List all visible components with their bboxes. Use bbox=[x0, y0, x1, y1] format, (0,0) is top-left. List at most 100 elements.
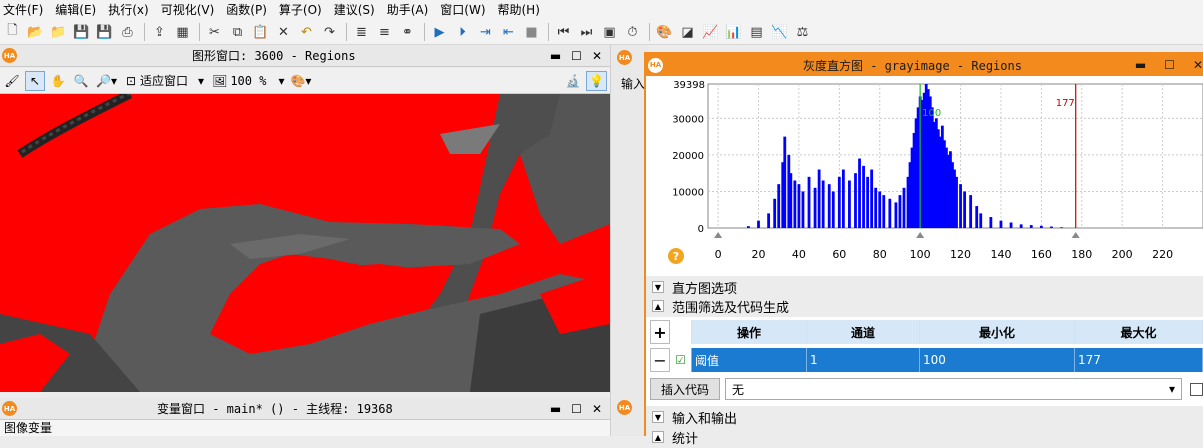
table-row[interactable]: − ☑ 阈值 1 100 177 bbox=[650, 348, 1203, 372]
binoculars-icon[interactable]: ⚭ bbox=[397, 22, 418, 43]
timer-icon[interactable]: ⏱ bbox=[622, 22, 643, 43]
maximize-button[interactable]: ☐ bbox=[571, 402, 582, 416]
screenshot-icon[interactable]: ▣ bbox=[599, 22, 620, 43]
cell-operation[interactable]: 阈值 bbox=[692, 348, 807, 372]
histogram-bar bbox=[817, 169, 821, 228]
stats-section[interactable]: ▲ 统计 bbox=[646, 426, 1203, 448]
insert-code-checkbox[interactable] bbox=[1190, 382, 1203, 396]
inspect-icon[interactable]: ▤ bbox=[746, 22, 767, 43]
chip-icon[interactable]: ▦ bbox=[172, 22, 193, 43]
measure-icon[interactable]: ⚖ bbox=[792, 22, 813, 43]
delete-icon[interactable]: ✕ bbox=[273, 22, 294, 43]
menu-visualize[interactable]: 可视化(V) bbox=[158, 0, 224, 20]
histogram-bar bbox=[870, 169, 874, 228]
zoom-combo[interactable]: 🖼 100 % ▾ bbox=[208, 71, 288, 91]
x-tick-label: 20 bbox=[752, 248, 766, 261]
main-toolbar: 🗋 📂 📁 💾 💾 ⎙ ⇪ ▦ ✂ ⧉ 📋 ✕ ↶ ↷ ≣ ≡ ⚭ ▶ ⏵ ⇥ … bbox=[0, 20, 1203, 45]
menu-file[interactable]: 文件(F) bbox=[0, 0, 52, 20]
save-as-icon[interactable]: 💾 bbox=[94, 22, 115, 43]
run-icon[interactable]: ▶ bbox=[429, 22, 450, 43]
cell-channel[interactable]: 1 bbox=[807, 348, 920, 372]
paint-icon[interactable]: 🖌 bbox=[2, 71, 22, 91]
step-into-icon[interactable]: ⇥ bbox=[475, 22, 496, 43]
reset-program-icon[interactable]: ⏮ bbox=[553, 22, 574, 43]
close-button[interactable]: ✕ bbox=[592, 402, 602, 416]
cell-max[interactable]: 177 bbox=[1075, 348, 1203, 372]
step-over-icon[interactable]: ⏵ bbox=[452, 22, 473, 43]
open-folder-icon[interactable]: 📂 bbox=[25, 22, 46, 43]
zoom-icon[interactable]: 🔍 bbox=[71, 71, 91, 91]
histogram-icon[interactable]: 📈 bbox=[700, 22, 721, 43]
menu-procedures[interactable]: 函数(P) bbox=[223, 0, 276, 20]
histogram-bar bbox=[797, 184, 801, 228]
menu-operators[interactable]: 算子(O) bbox=[276, 0, 331, 20]
range-filter-section[interactable]: ▲ 范围筛选及代码生成 bbox=[646, 295, 1203, 317]
menu-window[interactable]: 窗口(W) bbox=[437, 0, 494, 20]
histogram-bar bbox=[789, 173, 793, 228]
close-button[interactable]: ✕ bbox=[592, 49, 602, 63]
pan-hand-icon[interactable]: ✋ bbox=[48, 71, 68, 91]
insert-code-select[interactable]: 无 ▾ bbox=[725, 378, 1182, 400]
maximize-button[interactable]: ☐ bbox=[1164, 58, 1175, 72]
reset-all-icon[interactable]: ⏭ bbox=[576, 22, 597, 43]
menu-help[interactable]: 帮助(H) bbox=[495, 0, 549, 20]
cut-icon[interactable]: ✂ bbox=[204, 22, 225, 43]
histogram-bar bbox=[888, 198, 892, 228]
menu-execute[interactable]: 执行(x) bbox=[105, 0, 157, 20]
region-icon[interactable]: ◪ bbox=[677, 22, 698, 43]
menu-edit[interactable]: 编辑(E) bbox=[52, 0, 105, 20]
print-icon[interactable]: ⎙ bbox=[117, 22, 138, 43]
close-button[interactable]: ✕ bbox=[1193, 58, 1203, 72]
new-file-icon[interactable]: 🗋 bbox=[2, 22, 23, 43]
export-icon[interactable]: ⇪ bbox=[149, 22, 170, 43]
feature-icon[interactable]: 📉 bbox=[769, 22, 790, 43]
graphics-canvas[interactable] bbox=[0, 94, 610, 392]
stop-icon[interactable]: ■ bbox=[521, 22, 542, 43]
histogram-bar bbox=[866, 176, 870, 228]
graphics-window-toolbar: 🖌 ↖ ✋ 🔍 🔎▾ ⊡ 适应窗口 ▾ 🖼 100 % ▾ 🎨▾ 🔬 💡 bbox=[0, 68, 610, 94]
palette-icon[interactable]: 🎨 bbox=[654, 22, 675, 43]
histogram-bar bbox=[955, 176, 958, 228]
fit-window-combo[interactable]: ⊡ 适应窗口 ▾ bbox=[122, 71, 208, 91]
separator bbox=[424, 23, 425, 41]
io-section[interactable]: ▼ 输入和输出 bbox=[646, 406, 1203, 428]
step-out-icon[interactable]: ⇤ bbox=[498, 22, 519, 43]
line-profile-icon[interactable]: 📊 bbox=[723, 22, 744, 43]
copy-icon[interactable]: ⧉ bbox=[227, 22, 248, 43]
x-tick-label: 160 bbox=[1031, 248, 1052, 261]
remove-row-button[interactable]: − bbox=[650, 348, 670, 372]
column-header-channel: 通道 bbox=[807, 320, 920, 344]
undo-icon[interactable]: ↶ bbox=[296, 22, 317, 43]
pointer-icon[interactable]: ↖ bbox=[25, 70, 45, 91]
uncomment-icon[interactable]: ≡ bbox=[374, 22, 395, 43]
light-bulb-icon[interactable]: 💡 bbox=[586, 70, 607, 91]
histogram-plot[interactable]: 100 177 39398 30000 20000 10000 0 0 20 40 60 80 100 1… bbox=[646, 76, 1203, 276]
stats-label: 统计 bbox=[672, 431, 699, 447]
menu-suggestions[interactable]: 建议(S) bbox=[331, 0, 384, 20]
halcon-logo-icon: HA bbox=[617, 50, 632, 65]
save-icon[interactable]: 💾 bbox=[71, 22, 92, 43]
comment-icon[interactable]: ≣ bbox=[351, 22, 372, 43]
column-header-operation: 操作 bbox=[692, 320, 807, 344]
histogram-bar bbox=[1060, 227, 1063, 228]
minimize-button[interactable]: ▬ bbox=[1135, 58, 1146, 72]
redo-icon[interactable]: ↷ bbox=[319, 22, 340, 43]
zoom-in-icon[interactable]: 🔎▾ bbox=[94, 71, 119, 91]
add-row-button[interactable]: + bbox=[650, 320, 670, 344]
histogram-window-titlebar: HA 灰度直方图 - grayimage - Regions ▬ ☐ ✕ bbox=[646, 54, 1203, 76]
cell-min[interactable]: 100 bbox=[920, 348, 1075, 372]
menu-assistants[interactable]: 助手(A) bbox=[384, 0, 438, 20]
image-icon: 🖼 bbox=[212, 73, 228, 88]
minimize-button[interactable]: ▬ bbox=[550, 49, 561, 63]
x-tick-label: 220 bbox=[1152, 248, 1173, 261]
maximize-button[interactable]: ☐ bbox=[571, 49, 582, 63]
insert-code-button[interactable]: 插入代码 bbox=[650, 378, 721, 400]
open-example-icon[interactable]: 📁 bbox=[48, 22, 69, 43]
inspect-region-icon[interactable]: 🔬 bbox=[563, 71, 583, 91]
row-enabled-checkbox[interactable]: ☑ bbox=[670, 348, 692, 372]
paste-icon[interactable]: 📋 bbox=[250, 22, 271, 43]
help-icon[interactable]: ? bbox=[668, 248, 684, 264]
color-settings-icon[interactable]: 🎨▾ bbox=[288, 71, 313, 91]
minimize-button[interactable]: ▬ bbox=[550, 402, 561, 416]
histogram-bar bbox=[902, 187, 906, 228]
